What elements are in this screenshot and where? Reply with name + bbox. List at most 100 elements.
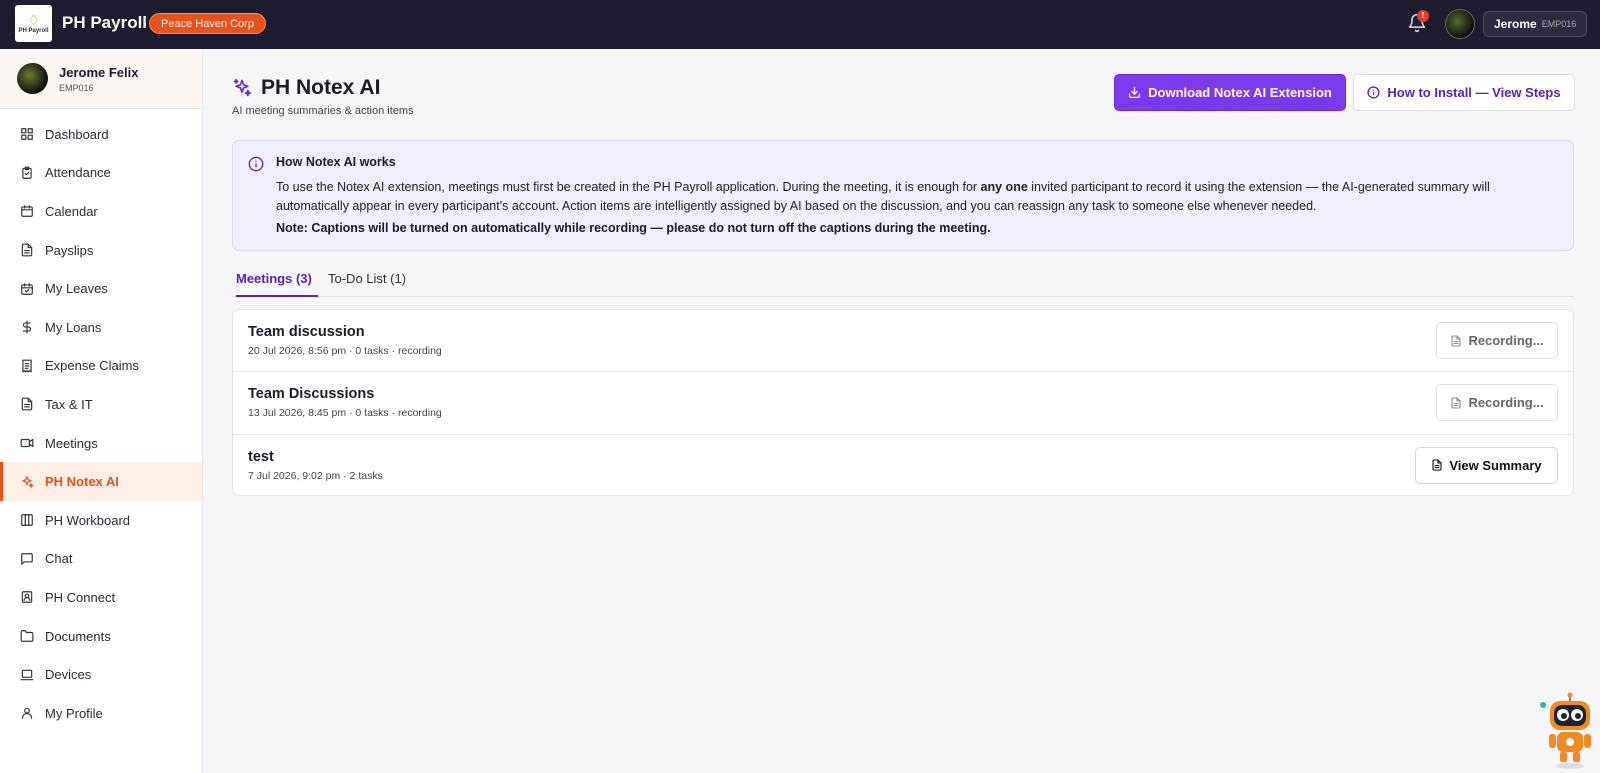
sidebar-item-label: Documents <box>45 628 111 644</box>
chat-icon <box>19 551 35 567</box>
sidebar-item-ph-workboard[interactable]: PH Workboard <box>0 501 202 540</box>
recording-status-button[interactable]: Recording... <box>1436 322 1558 359</box>
meeting-title: test <box>248 448 274 465</box>
howto-button-label: How to Install — View Steps <box>1387 85 1561 100</box>
avatar[interactable] <box>1445 9 1475 39</box>
contacts-icon <box>19 589 35 605</box>
action-label: Recording... <box>1468 395 1544 411</box>
document-icon <box>1432 459 1442 471</box>
meeting-row[interactable]: test 7 Jul 2026, 9:02 pm · 2 tasks View Su… <box>233 435 1573 495</box>
sidebar-nav: Dashboard Attendance Calendar Payslips My Le… <box>0 109 202 733</box>
tab-meetings[interactable]: Meetings (3) <box>236 271 318 297</box>
laptop-icon <box>19 667 35 683</box>
view-summary-button[interactable]: View Summary <box>1415 446 1558 484</box>
app-name: PH Payroll <box>62 13 148 32</box>
sidebar-item-my-leaves[interactable]: My Leaves <box>0 269 202 308</box>
sidebar-user-card[interactable]: Jerome Felix EMP016 <box>0 49 202 109</box>
sidebar-user-name: Jerome Felix <box>59 64 139 80</box>
sidebar-item-label: Meetings <box>45 435 98 451</box>
action-label: View Summary <box>1449 457 1542 473</box>
sparkles-icon <box>233 78 252 97</box>
download-icon <box>1129 86 1141 99</box>
meetings-list: Team discussion 20 Jul 2026, 8:56 pm · 0 … <box>232 309 1574 496</box>
tab-bar: Meetings (3) To-Do List (1) <box>232 266 1574 297</box>
user-menu-button[interactable]: Jerome EMP016 <box>1483 11 1588 37</box>
page-title: PH Notex AI <box>261 76 381 99</box>
folder-icon <box>19 628 35 644</box>
document-icon <box>1451 397 1461 409</box>
notification-badge: 1 <box>1417 10 1429 22</box>
sidebar-item-my-profile[interactable]: My Profile <box>0 694 202 733</box>
sidebar-item-label: Dashboard <box>45 126 109 142</box>
sidebar-item-ph-notex-ai[interactable]: PH Notex AI <box>0 462 202 501</box>
sidebar-item-label: Calendar <box>45 203 98 219</box>
sidebar: Jerome Felix EMP016 Dashboard Attendance C… <box>0 49 203 773</box>
info-body-text: To use the Notex AI extension, meetings … <box>276 180 981 194</box>
info-body-emphasis: any one <box>980 180 1028 194</box>
sidebar-item-attendance[interactable]: Attendance <box>0 154 202 193</box>
calendar-icon <box>19 203 35 219</box>
avatar <box>17 63 48 94</box>
sidebar-item-dashboard[interactable]: Dashboard <box>0 115 202 154</box>
sidebar-item-tax-it[interactable]: Tax & IT <box>0 385 202 424</box>
sidebar-item-label: My Loans <box>45 319 102 335</box>
receipt-icon <box>19 358 35 374</box>
sidebar-item-devices[interactable]: Devices <box>0 655 202 694</box>
how-to-install-button[interactable]: How to Install — View Steps <box>1353 74 1575 111</box>
sidebar-item-meetings[interactable]: Meetings <box>0 424 202 463</box>
document-icon <box>1451 334 1461 347</box>
info-panel: How Notex AI works To use the Notex AI e… <box>232 140 1574 251</box>
meeting-row[interactable]: Team discussion 20 Jul 2026, 8:56 pm · 0 … <box>233 310 1573 373</box>
video-icon <box>19 435 35 451</box>
calendar-check-icon <box>19 281 35 297</box>
sidebar-item-calendar[interactable]: Calendar <box>0 192 202 231</box>
meeting-row[interactable]: Team Discussions 13 Jul 2026, 8:45 pm · 0… <box>233 372 1573 435</box>
meeting-title: Team discussion <box>248 324 365 340</box>
info-icon <box>248 156 264 172</box>
sidebar-item-label: PH Connect <box>45 589 116 605</box>
clipboard-check-icon <box>19 165 35 181</box>
meeting-meta: 13 Jul 2026, 8:45 pm · 0 tasks · recordi… <box>248 407 442 420</box>
sidebar-item-expense-claims[interactable]: Expense Claims <box>0 347 202 386</box>
action-label: Recording... <box>1468 333 1544 348</box>
sidebar-item-chat[interactable]: Chat <box>0 540 202 579</box>
app-logo[interactable]: ♢ PH Payroll <box>15 5 52 42</box>
sidebar-item-label: PH Notex AI <box>45 474 119 490</box>
sidebar-item-label: Payslips <box>45 242 94 258</box>
sidebar-item-label: My Leaves <box>45 281 108 297</box>
tab-todo[interactable]: To-Do List (1) <box>328 271 406 297</box>
document-icon <box>19 242 35 258</box>
info-note: Note: Captions will be turned on automat… <box>276 221 991 235</box>
document-icon <box>19 396 35 412</box>
dollar-icon <box>19 319 35 335</box>
sidebar-item-label: My Profile <box>45 705 103 721</box>
sidebar-item-label: Expense Claims <box>45 358 139 374</box>
sidebar-item-label: Devices <box>45 667 92 683</box>
sidebar-item-label: PH Workboard <box>45 512 131 528</box>
recording-status-button[interactable]: Recording... <box>1436 384 1558 422</box>
org-badge[interactable]: Peace Haven Corp <box>149 13 266 34</box>
meeting-meta: 7 Jul 2026, 9:02 pm · 2 tasks <box>248 469 383 482</box>
dashboard-icon <box>19 126 35 142</box>
sidebar-item-documents[interactable]: Documents <box>0 617 202 656</box>
sidebar-item-label: Chat <box>45 551 73 567</box>
top-bar: ♢ PH Payroll PH Payroll Peace Haven Corp… <box>0 0 1600 49</box>
info-body: To use the Notex AI extension, meetings … <box>276 178 1506 216</box>
meeting-title: Team Discussions <box>248 386 375 403</box>
logo-text: PH Payroll <box>18 27 49 34</box>
user-name: Jerome <box>1494 17 1537 31</box>
info-icon <box>1367 86 1380 99</box>
sidebar-item-label: Attendance <box>45 165 111 181</box>
download-button-label: Download Notex AI Extension <box>1148 85 1332 100</box>
board-icon <box>19 512 35 528</box>
sidebar-user-id: EMP016 <box>59 82 94 93</box>
download-extension-button[interactable]: Download Notex AI Extension <box>1114 74 1346 111</box>
page-subtitle: AI meeting summaries & action items <box>232 105 414 117</box>
info-title: How Notex AI works <box>276 155 396 169</box>
sidebar-item-payslips[interactable]: Payslips <box>0 231 202 270</box>
robot-assistant-icon[interactable] <box>1540 692 1596 770</box>
sidebar-item-ph-connect[interactable]: PH Connect <box>0 578 202 617</box>
sidebar-item-my-loans[interactable]: My Loans <box>0 308 202 347</box>
bird-logo-icon: ♢ <box>27 11 40 28</box>
user-id: EMP016 <box>1541 19 1577 29</box>
